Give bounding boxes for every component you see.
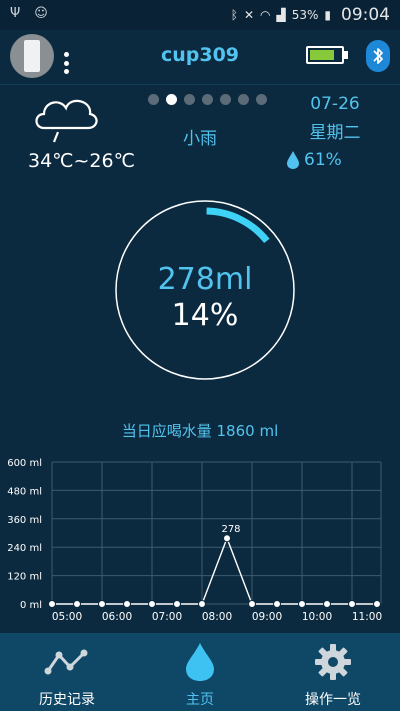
data-point	[348, 600, 356, 608]
series-line	[52, 536, 377, 605]
signal-icon: ▟	[276, 8, 286, 22]
data-point	[73, 600, 81, 608]
nav-item-history[interactable]: 历史记录	[18, 633, 116, 711]
page-dot[interactable]	[148, 94, 159, 105]
y-tick-label: 600 ml	[7, 458, 42, 469]
temperature-range: 34℃~26℃	[28, 150, 135, 172]
ring-progress-arc	[206, 207, 270, 244]
data-point	[198, 600, 206, 608]
device-battery-icon	[306, 46, 344, 64]
status-time: 09:04	[341, 5, 390, 25]
nav-item-home[interactable]: 主页	[151, 633, 249, 711]
status-right: ᛒ ✕ ◠ ▟ 53% ▮ 09:04	[231, 5, 390, 25]
notification-icon: ☺	[34, 6, 48, 21]
page-dot[interactable]	[166, 94, 177, 105]
data-label: 278	[221, 524, 240, 535]
data-point	[248, 600, 256, 608]
data-point	[48, 600, 56, 608]
cup-image	[24, 40, 40, 72]
intake-percent: 14%	[171, 298, 239, 333]
wifi-icon: ◠	[260, 8, 271, 22]
avatar[interactable]	[10, 34, 54, 78]
data-point	[323, 600, 331, 608]
status-left: Ψ ☺	[10, 6, 48, 21]
page-dot[interactable]	[256, 94, 267, 105]
phone-battery-icon: ▮	[324, 8, 331, 22]
history-chart-icon	[44, 643, 90, 681]
page-dot[interactable]	[220, 94, 231, 105]
y-tick-label: 240 ml	[7, 543, 42, 554]
data-point	[98, 600, 106, 608]
x-tick-label: 09:00	[252, 611, 282, 623]
bottom-nav: 历史记录 主页 操作一览	[0, 633, 400, 711]
x-tick-label: 05:00	[52, 611, 82, 623]
page-indicator[interactable]	[148, 94, 267, 105]
data-point	[298, 600, 306, 608]
x-tick-label: 07:00	[152, 611, 182, 623]
x-tick-label: 08:00	[202, 611, 232, 623]
y-tick-label: 0 ml	[20, 600, 42, 611]
y-tick-label: 120 ml	[7, 572, 42, 583]
nav-label-history: 历史记录	[39, 692, 95, 708]
data-point	[373, 600, 381, 608]
intake-chart: 0 ml 120 ml 240 ml 360 ml 480 ml 600 ml 05:00 0…	[7, 458, 382, 623]
data-point	[173, 600, 181, 608]
humidity: 61%	[286, 150, 342, 170]
date: 07-26	[310, 94, 360, 114]
page-dot[interactable]	[184, 94, 195, 105]
page-dot[interactable]	[238, 94, 249, 105]
usb-icon: Ψ	[10, 6, 21, 21]
device-title: cup309	[160, 44, 240, 66]
y-tick-label: 480 ml	[7, 486, 42, 497]
more-menu-icon[interactable]	[62, 52, 70, 74]
battery-fill	[310, 50, 334, 60]
x-tick-label: 06:00	[102, 611, 132, 623]
x-tick-label: 11:00	[352, 611, 382, 623]
page-dot[interactable]	[202, 94, 213, 105]
weekday: 星期二	[309, 123, 361, 143]
data-point	[223, 534, 231, 543]
data-point	[148, 600, 156, 608]
humidity-drop-icon	[287, 151, 299, 169]
battery-tip	[344, 51, 348, 59]
water-drop-icon	[185, 643, 215, 681]
nav-item-operations[interactable]: 操作一览	[284, 633, 382, 711]
bluetooth-status-icon: ᛒ	[230, 8, 238, 22]
mute-icon: ✕	[243, 8, 254, 22]
gear-icon	[314, 643, 352, 681]
humidity-value: 61%	[304, 150, 342, 170]
battery-percent: 53%	[291, 8, 319, 22]
bluetooth-icon[interactable]	[366, 40, 390, 72]
y-tick-label: 360 ml	[7, 515, 42, 526]
nav-label-operations: 操作一览	[305, 692, 361, 708]
x-tick-label: 10:00	[302, 611, 332, 623]
nav-label-home: 主页	[186, 692, 214, 708]
data-point	[123, 600, 131, 608]
daily-target: 当日应喝水量 1860 ml	[121, 422, 279, 440]
intake-amount: 278ml	[157, 262, 253, 297]
rain-cloud-icon	[30, 86, 100, 154]
weather-description: 小雨	[183, 129, 217, 149]
data-point	[273, 600, 281, 608]
